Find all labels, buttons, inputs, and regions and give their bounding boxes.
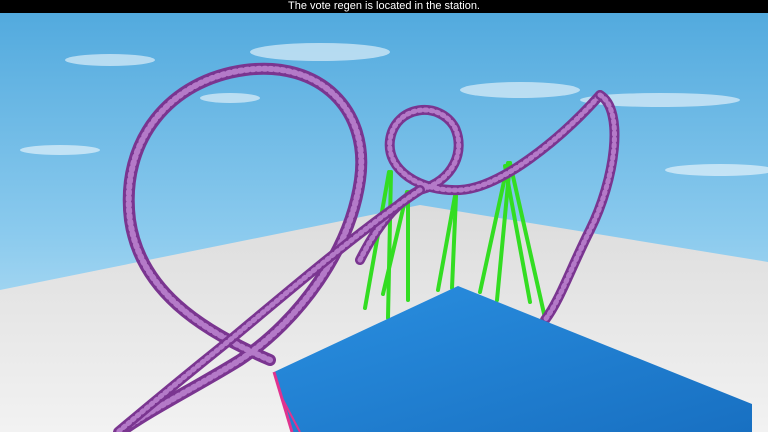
system-message-text: The vote regen is located in the station… xyxy=(287,0,480,12)
system-message-bar: The vote regen is located in the station… xyxy=(0,0,768,13)
game-viewport[interactable]: The vote regen is located in the station… xyxy=(0,0,768,432)
game-3d-scene[interactable] xyxy=(0,0,768,432)
